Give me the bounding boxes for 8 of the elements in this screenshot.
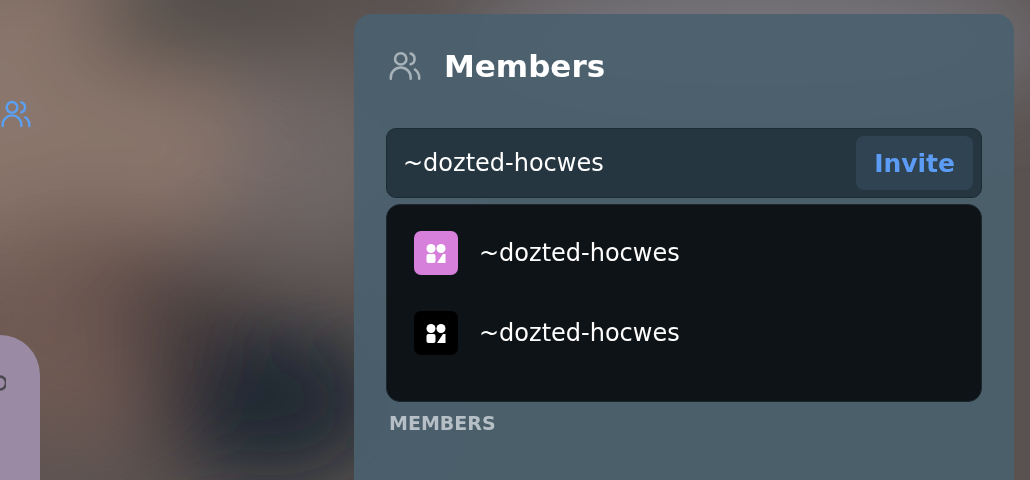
section-heading: MEMBERS: [389, 412, 497, 434]
people-icon: [0, 98, 32, 130]
invite-button[interactable]: Invite: [856, 136, 973, 190]
people-icon: [388, 49, 422, 83]
suggestion-name[interactable]: ~dozted-hocwes: [479, 239, 680, 267]
suggestion-name[interactable]: ~dozted-hocwes: [479, 319, 680, 347]
invite-field[interactable]: ~dozted-hocwes Invite: [386, 128, 982, 198]
panel-title: Members: [444, 48, 606, 84]
